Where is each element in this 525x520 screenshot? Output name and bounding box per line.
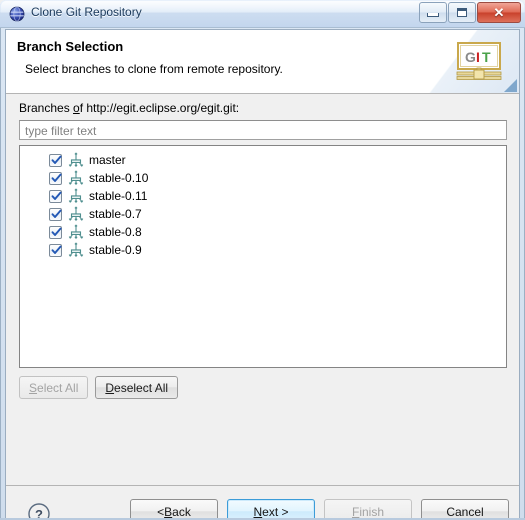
- git-logo-icon: G I T: [455, 41, 503, 83]
- branch-checkbox[interactable]: [49, 243, 62, 257]
- select-all-button[interactable]: Select All: [19, 376, 89, 399]
- close-icon: ✕: [493, 5, 505, 20]
- branch-checkbox[interactable]: [49, 189, 62, 203]
- next-button[interactable]: Next >: [227, 499, 315, 518]
- branch-icon: [68, 242, 84, 258]
- svg-text:T: T: [482, 49, 491, 65]
- deselect-all-button[interactable]: Deselect All: [95, 376, 179, 399]
- branch-list-item[interactable]: master: [20, 151, 506, 169]
- branch-label: stable-0.10: [89, 171, 149, 185]
- back-button[interactable]: < Back: [130, 499, 218, 518]
- branch-label: stable-0.9: [89, 243, 142, 257]
- clone-git-repository-dialog: Clone Git Repository ✕ Branch Selection …: [0, 0, 525, 520]
- close-button[interactable]: ✕: [477, 2, 521, 23]
- branch-icon: [68, 152, 84, 168]
- branch-icon: [68, 224, 84, 240]
- filter-placeholder: type filter text: [25, 124, 97, 138]
- back-label: ack: [172, 504, 191, 519]
- finish-label: inish: [359, 504, 385, 519]
- branch-list-item[interactable]: stable-0.9: [20, 241, 506, 259]
- corner-triangle-icon: [504, 79, 517, 92]
- deselect-all-mnemonic: D: [105, 380, 115, 395]
- page-description: Select branches to clone from remote rep…: [25, 62, 283, 76]
- back-prefix: <: [157, 504, 165, 519]
- next-mnemonic: N: [253, 504, 263, 519]
- branches-list[interactable]: master stable-0.10 stable-0.11 stable-0.7 st…: [19, 145, 507, 368]
- branch-label: stable-0.11: [89, 189, 148, 203]
- wizard-header: Branch Selection Select branches to clon…: [6, 30, 519, 94]
- footer-buttons-group: < Back Next > Finish Cancel: [121, 499, 509, 518]
- branch-icon: [68, 188, 84, 204]
- branch-icon: [68, 170, 84, 186]
- wizard-body: Branches of http://egit.eclipse.org/egit…: [6, 94, 519, 518]
- branch-rows-container: master stable-0.10 stable-0.11 stable-0.7 st…: [20, 151, 506, 259]
- finish-button[interactable]: Finish: [324, 499, 412, 518]
- maximize-icon: [457, 8, 467, 17]
- cancel-button[interactable]: Cancel: [421, 499, 509, 518]
- eclipse-sphere-icon: [9, 6, 25, 22]
- svg-text:I: I: [476, 49, 480, 65]
- branch-checkbox[interactable]: [49, 207, 62, 221]
- branch-label: stable-0.7: [89, 207, 142, 221]
- svg-text:G: G: [465, 49, 476, 65]
- footer-separator: [6, 485, 519, 486]
- svg-text:?: ?: [35, 507, 43, 518]
- minimize-icon: [427, 13, 439, 17]
- branch-list-item[interactable]: stable-0.8: [20, 223, 506, 241]
- back-mnemonic: B: [164, 504, 173, 519]
- maximize-button[interactable]: [448, 2, 476, 23]
- window-title: Clone Git Repository: [31, 5, 142, 19]
- branches-label-mnemonic: o: [73, 101, 80, 115]
- branch-checkbox[interactable]: [49, 171, 62, 185]
- finish-mnemonic: F: [351, 504, 360, 519]
- window-controls: ✕: [418, 2, 521, 23]
- branch-icon: [68, 206, 84, 222]
- branch-list-item[interactable]: stable-0.10: [20, 169, 506, 187]
- help-button[interactable]: ?: [27, 502, 51, 518]
- branch-label: master: [89, 153, 126, 167]
- branch-list-item[interactable]: stable-0.11: [20, 187, 506, 205]
- branches-label: Branches of http://egit.eclipse.org/egit…: [19, 101, 239, 115]
- filter-input[interactable]: type filter text: [19, 120, 507, 140]
- cancel-label: Cancel: [446, 504, 484, 519]
- branches-label-prefix: Branches: [19, 101, 74, 115]
- minimize-button[interactable]: [419, 2, 447, 23]
- select-buttons-group: Select All Deselect All: [19, 376, 179, 399]
- branches-label-suffix: f http://egit.eclipse.org/egit.git:: [79, 101, 240, 115]
- select-all-mnemonic: S: [29, 380, 38, 395]
- next-label: ext >: [262, 504, 289, 519]
- branch-checkbox[interactable]: [49, 225, 62, 239]
- dialog-client-area: Branch Selection Select branches to clon…: [5, 29, 520, 518]
- branch-checkbox[interactable]: [49, 153, 62, 167]
- page-title: Branch Selection: [17, 39, 124, 54]
- title-bar[interactable]: Clone Git Repository ✕: [0, 0, 525, 28]
- branch-label: stable-0.8: [89, 225, 142, 239]
- branch-list-item[interactable]: stable-0.7: [20, 205, 506, 223]
- deselect-all-label: eselect All: [114, 380, 169, 395]
- select-all-label: elect All: [37, 380, 79, 395]
